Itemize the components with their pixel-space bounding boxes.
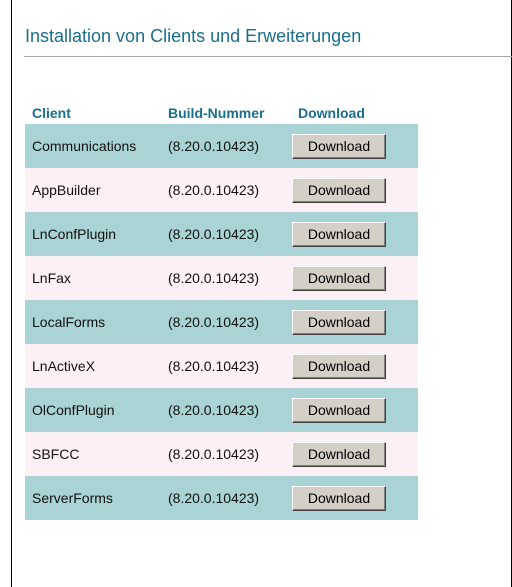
download-button[interactable]: Download [292,397,386,423]
build-number: (8.20.0.10423) [161,476,291,520]
build-number: (8.20.0.10423) [161,300,291,344]
table-row: AppBuilder (8.20.0.10423) Download [25,168,418,212]
build-number: (8.20.0.10423) [161,432,291,476]
clients-table: Client Build-Nummer Download Communicati… [25,102,418,520]
table-row: LocalForms (8.20.0.10423) Download [25,300,418,344]
client-name: LnConfPlugin [25,212,161,256]
client-name: LnActiveX [25,344,161,388]
client-name: AppBuilder [25,168,161,212]
client-name: LnFax [25,256,161,300]
download-button[interactable]: Download [292,441,386,467]
client-name: ServerForms [25,476,161,520]
download-button[interactable]: Download [292,309,386,335]
table-row: LnConfPlugin (8.20.0.10423) Download [25,212,418,256]
table-header-row: Client Build-Nummer Download [25,102,418,124]
title-divider [24,56,512,57]
download-button[interactable]: Download [292,265,386,291]
build-number: (8.20.0.10423) [161,388,291,432]
download-button[interactable]: Download [292,353,386,379]
client-name: OlConfPlugin [25,388,161,432]
table-row: ServerForms (8.20.0.10423) Download [25,476,418,520]
client-name: LocalForms [25,300,161,344]
column-header-build: Build-Nummer [168,105,265,121]
download-button[interactable]: Download [292,485,386,511]
table-row: LnFax (8.20.0.10423) Download [25,256,418,300]
build-number: (8.20.0.10423) [161,256,291,300]
build-number: (8.20.0.10423) [161,344,291,388]
page-title: Installation von Clients und Erweiterung… [25,26,362,46]
table-row: Communications (8.20.0.10423) Download [25,124,418,168]
table-row: SBFCC (8.20.0.10423) Download [25,432,418,476]
download-button[interactable]: Download [292,177,386,203]
download-button[interactable]: Download [292,221,386,247]
column-header-download: Download [298,105,365,121]
client-name: SBFCC [25,432,161,476]
client-name: Communications [25,124,161,168]
table-row: OlConfPlugin (8.20.0.10423) Download [25,388,418,432]
build-number: (8.20.0.10423) [161,124,291,168]
table-row: LnActiveX (8.20.0.10423) Download [25,344,418,388]
build-number: (8.20.0.10423) [161,168,291,212]
column-header-client: Client [32,105,71,121]
download-button[interactable]: Download [292,133,386,159]
build-number: (8.20.0.10423) [161,212,291,256]
